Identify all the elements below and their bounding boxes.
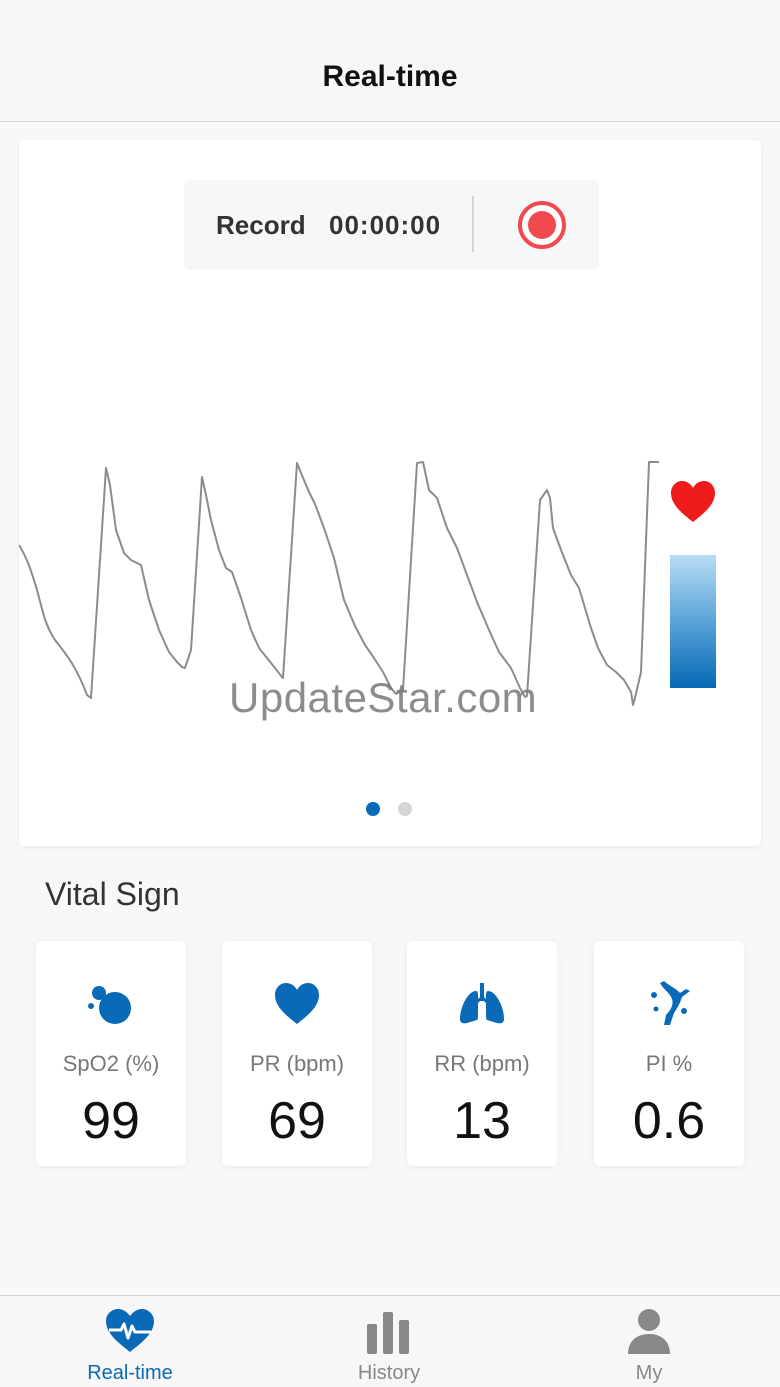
vital-value: 99 [82,1092,140,1150]
vital-label: PI % [645,1051,693,1076]
bar-chart-icon [367,1312,409,1354]
signal-strength-bar [670,555,716,688]
record-label: Record [216,210,306,240]
tab-my[interactable]: My [559,1296,739,1387]
tab-history[interactable]: History [299,1296,479,1387]
vital-card-pr: PR (bpm) 69 [222,941,372,1166]
record-timer: 00:00:00 [329,210,442,240]
vital-label: RR (bpm) [434,1051,530,1076]
perfusion-icon [651,981,690,1025]
heart-icon [275,983,319,1024]
record-button[interactable] [518,201,566,249]
record-dot-icon [528,211,556,239]
person-icon [628,1309,670,1354]
waveform-card[interactable]: Record 00:00:00 UpdateStar.com [19,140,761,846]
oxygen-icon [88,986,131,1024]
record-divider [472,196,474,252]
vital-card-pi: PI % 0.6 [594,941,744,1166]
vital-value: 69 [268,1092,326,1150]
vital-card-rr: RR (bpm) 13 [407,941,557,1166]
heart-monitor-icon [106,1309,154,1352]
bottom-tab-bar: Real-time History My [0,1295,780,1387]
vital-card-spo2: SpO2 (%) 99 [36,941,186,1166]
tab-real-time[interactable]: Real-time [40,1296,220,1387]
vital-value: 13 [453,1092,511,1150]
watermark: UpdateStar.com [229,674,538,721]
tab-label: Real-time [87,1362,173,1384]
record-bar: Record 00:00:00 [184,180,599,270]
top-navigation-bar: Real-time [0,0,780,122]
vital-value: 0.6 [632,1092,706,1150]
page-title: Real-time [322,60,458,93]
page-dot-1[interactable] [366,802,380,816]
tab-label: History [357,1362,421,1384]
vital-label: SpO2 (%) [62,1051,160,1076]
lungs-icon [460,983,504,1024]
tab-label: My [635,1362,663,1384]
page-dot-2[interactable] [398,802,412,816]
section-title: Vital Sign [45,876,180,912]
heart-icon [671,481,715,522]
vital-label: PR (bpm) [249,1051,345,1076]
